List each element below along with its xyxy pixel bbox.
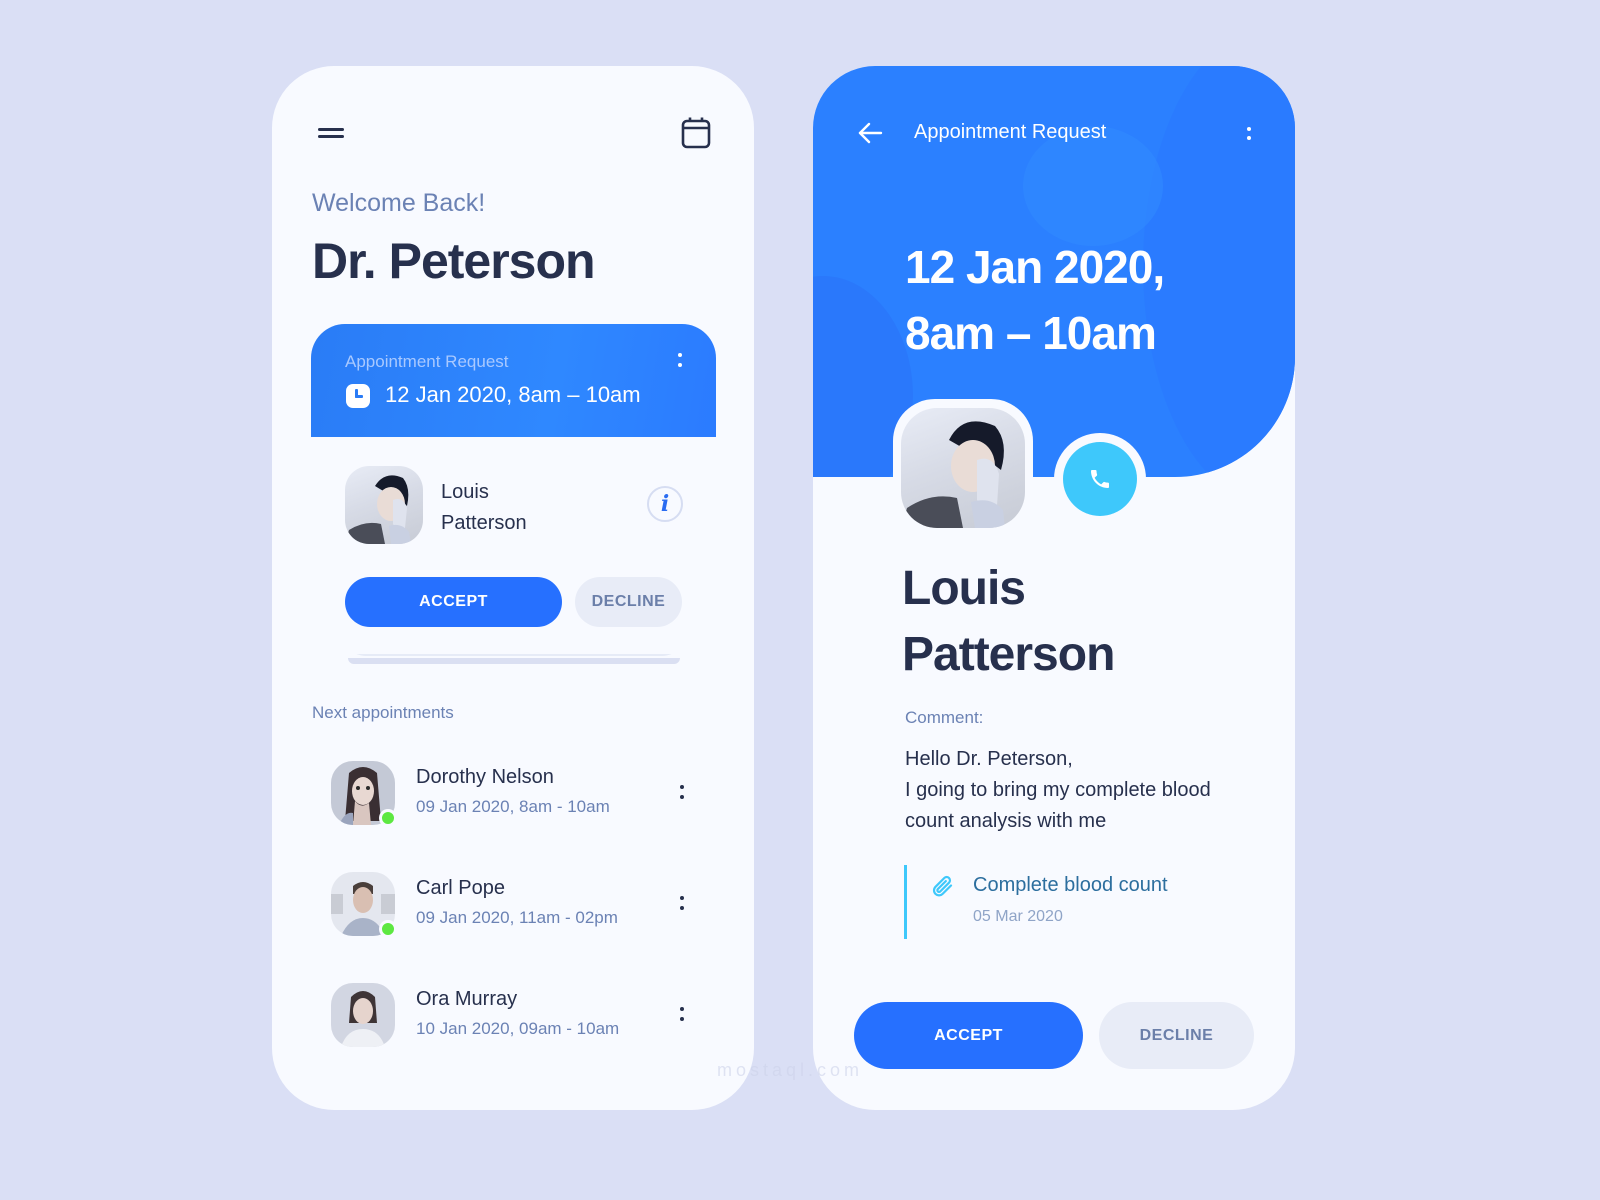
appointment-name: Carl Pope [416, 877, 505, 899]
more-options-icon[interactable] [676, 1003, 688, 1027]
accept-button[interactable]: ACCEPT [345, 577, 562, 627]
accept-button[interactable]: ACCEPT [854, 1002, 1083, 1069]
appointment-time: 09 Jan 2020, 8am - 10am [416, 797, 610, 816]
menu-icon[interactable] [318, 124, 346, 142]
more-options-icon[interactable] [1245, 124, 1253, 144]
patient-avatar [901, 408, 1025, 528]
page-title: Appointment Request [914, 121, 1107, 143]
comment-label: Comment: [905, 708, 984, 727]
decline-button[interactable]: DECLINE [575, 577, 682, 627]
patient-name: Louis Patterson [902, 562, 1115, 681]
next-appointments-heading: Next appointments [312, 703, 454, 722]
avatar [331, 983, 395, 1047]
clock-icon [346, 384, 370, 408]
comment-text: Hello Dr. Peterson, I going to bring my … [905, 748, 1211, 832]
decorative-blob [1023, 126, 1163, 246]
decorative-blob [1143, 66, 1295, 477]
doctor-home-screen: Welcome Back! Dr. Peterson Appointment R… [272, 66, 754, 1110]
appointment-datetime: 12 Jan 2020, 8am – 10am [905, 241, 1165, 359]
appointment-detail-screen: Appointment Request 12 Jan 2020, 8am – 1… [813, 66, 1295, 1110]
appointment-request-card[interactable]: Appointment Request 12 Jan 2020, 8am – 1… [311, 324, 716, 654]
list-item[interactable]: Dorothy Nelson 09 Jan 2020, 8am - 10am [272, 761, 754, 841]
more-options-icon[interactable] [676, 892, 688, 916]
appointment-name: Ora Murray [416, 988, 518, 1010]
call-button[interactable] [1063, 442, 1137, 516]
doctor-name: Dr. Peterson [312, 233, 596, 289]
paperclip-icon [932, 875, 953, 897]
appointment-time: 10 Jan 2020, 09am - 10am [416, 1019, 620, 1038]
patient-avatar [345, 466, 423, 544]
back-arrow-icon[interactable] [857, 122, 883, 144]
appointment-name: Dorothy Nelson [416, 766, 554, 788]
calendar-icon[interactable] [680, 116, 712, 150]
online-status-dot [379, 920, 397, 938]
appointment-card-label: Appointment Request [345, 352, 509, 371]
online-status-dot [379, 809, 397, 827]
card-stack-edge [348, 658, 680, 664]
patient-name: Louis Patterson [441, 481, 527, 534]
greeting: Welcome Back! [312, 189, 486, 217]
list-item[interactable]: Carl Pope 09 Jan 2020, 11am - 02pm [272, 872, 754, 952]
more-options-icon[interactable] [676, 781, 688, 805]
appointment-hero: Appointment Request 12 Jan 2020, 8am – 1… [813, 66, 1295, 477]
appointment-card-header: Appointment Request 12 Jan 2020, 8am – 1… [311, 324, 716, 437]
decline-button[interactable]: DECLINE [1099, 1002, 1254, 1069]
watermark: mostaql.com [716, 1060, 864, 1080]
list-item[interactable]: Ora Murray 10 Jan 2020, 09am - 10am [272, 983, 754, 1063]
attachment-title: Complete blood count [973, 874, 1168, 896]
attachment-date: 05 Mar 2020 [973, 908, 1063, 925]
attachment-item[interactable]: Complete blood count 05 Mar 2020 [904, 865, 1244, 939]
more-options-icon[interactable] [673, 350, 687, 372]
info-icon[interactable]: i [647, 486, 683, 522]
phone-icon [1091, 470, 1109, 488]
appointment-time: 09 Jan 2020, 11am - 02pm [416, 908, 618, 927]
appointment-time: 12 Jan 2020, 8am – 10am [385, 382, 641, 407]
